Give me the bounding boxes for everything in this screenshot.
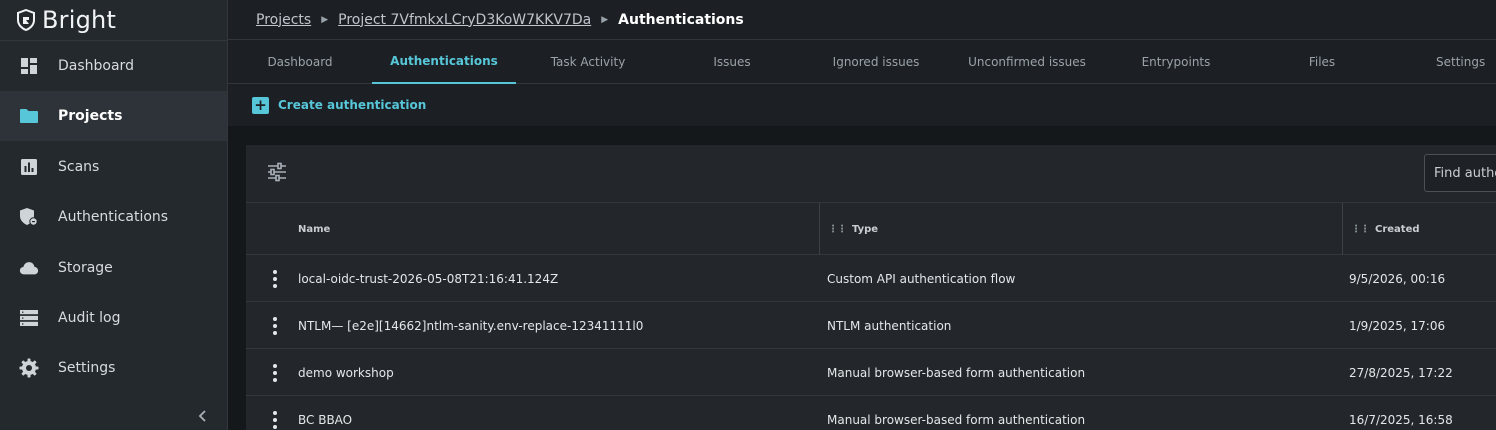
create-authentication-button[interactable]: + Create authentication [252, 96, 427, 114]
cell-created: 9/5/2026, 00:16 [1349, 271, 1446, 286]
cell-name: BC BBAO [298, 412, 353, 427]
sidebar-item-authentications[interactable]: Authentications [0, 192, 227, 242]
shield-logo-icon [17, 9, 35, 31]
table-header-bar [246, 145, 1496, 203]
sidebar-item-label: Settings [58, 360, 116, 376]
authentications-table-panel: Name ⋮⋮ Type ⋮⋮ Created local-oidc-trust… [246, 145, 1496, 430]
sidebar-item-label: Audit log [58, 310, 121, 326]
cell-created: 16/7/2025, 16:58 [1349, 412, 1453, 427]
shield-auth-icon [19, 207, 39, 227]
tab-entrypoints[interactable]: Entrypoints [1104, 40, 1248, 84]
table-row[interactable]: BC BBAO Manual browser-based form authen… [246, 396, 1496, 430]
column-header-created-label: Created [1375, 223, 1420, 235]
table-row[interactable]: demo workshop Manual browser-based form … [246, 349, 1496, 396]
scans-chart-icon [19, 157, 39, 177]
tab-files[interactable]: Files [1250, 40, 1394, 84]
breadcrumb-separator-icon: ▶ [601, 14, 609, 25]
brand-name: Bright [42, 6, 117, 34]
create-authentication-label: Create authentication [278, 98, 427, 112]
sidebar-item-label: Projects [58, 108, 123, 124]
breadcrumb-current: Authentications [618, 11, 744, 28]
row-menu-icon[interactable] [268, 410, 282, 430]
cell-type: Manual browser-based form authentication [827, 412, 1086, 427]
folder-icon [19, 106, 39, 126]
cloud-icon [19, 258, 39, 278]
toolbar: + Create authentication [228, 84, 1496, 127]
list-icon [19, 308, 39, 328]
dashboard-icon [19, 56, 39, 76]
cell-created: 1/9/2025, 17:06 [1349, 318, 1446, 333]
row-menu-icon[interactable] [268, 316, 282, 336]
tab-settings[interactable]: Settings [1436, 40, 1496, 84]
cell-type: NTLM authentication [827, 318, 952, 333]
cell-name: demo workshop [298, 365, 394, 380]
table-column-headers: Name ⋮⋮ Type ⋮⋮ Created [246, 203, 1496, 255]
filter-sliders-icon[interactable] [266, 161, 288, 183]
breadcrumb: Projects ▶ Project 7VfmkxLCryD3KoW7KKV7D… [228, 0, 1496, 40]
sidebar-item-dashboard[interactable]: Dashboard [0, 41, 227, 91]
drag-handle-icon[interactable]: ⋮⋮ [828, 224, 847, 235]
drag-handle-icon[interactable]: ⋮⋮ [1351, 224, 1370, 235]
sidebar-item-label: Dashboard [58, 58, 134, 74]
sidebar-item-settings[interactable]: Settings [0, 343, 227, 393]
breadcrumb-separator-icon: ▶ [321, 14, 329, 25]
column-divider[interactable] [819, 203, 820, 255]
cell-created: 27/8/2025, 17:22 [1349, 365, 1453, 380]
cell-type: Manual browser-based form authentication [827, 365, 1086, 380]
tab-issues[interactable]: Issues [660, 40, 804, 84]
gear-icon [19, 358, 39, 378]
tab-authentications[interactable]: Authentications [372, 40, 516, 84]
sidebar: Bright Dashboard Projects Scans Authenti… [0, 0, 228, 430]
search-input[interactable] [1424, 154, 1496, 192]
tab-bar: Dashboard Authentications Task Activity … [228, 40, 1496, 84]
sidebar-item-projects[interactable]: Projects [0, 91, 227, 141]
tab-ignored-issues[interactable]: Ignored issues [804, 40, 948, 84]
cell-name: local-oidc-trust-2026-05-08T21:16:41.124… [298, 271, 559, 286]
column-header-type-label: Type [852, 223, 879, 235]
brand-logo[interactable]: Bright [0, 0, 227, 41]
row-menu-icon[interactable] [268, 363, 282, 383]
column-header-created[interactable]: ⋮⋮ Created [1351, 203, 1420, 255]
sidebar-item-scans[interactable]: Scans [0, 142, 227, 192]
table-row[interactable]: NTLM— [e2e][14662]ntlm-sanity.env-replac… [246, 302, 1496, 349]
tab-dashboard[interactable]: Dashboard [228, 40, 372, 84]
sidebar-item-label: Storage [58, 260, 113, 276]
sidebar-item-storage[interactable]: Storage [0, 243, 227, 293]
breadcrumb-project-link[interactable]: Project 7VfmkxLCryD3KoW7KKV7Da [338, 12, 591, 28]
tab-unconfirmed-issues[interactable]: Unconfirmed issues [955, 40, 1099, 84]
chevron-left-icon[interactable] [195, 408, 211, 424]
tab-task-activity[interactable]: Task Activity [516, 40, 660, 84]
column-header-type[interactable]: ⋮⋮ Type [828, 203, 878, 255]
row-menu-icon[interactable] [268, 269, 282, 289]
sidebar-item-audit-log[interactable]: Audit log [0, 293, 227, 343]
sidebar-item-label: Scans [58, 159, 100, 175]
cell-type: Custom API authentication flow [827, 271, 1016, 286]
cell-name: NTLM— [e2e][14662]ntlm-sanity.env-replac… [298, 318, 644, 333]
plus-icon: + [252, 96, 269, 114]
table-row[interactable]: local-oidc-trust-2026-05-08T21:16:41.124… [246, 255, 1496, 302]
column-header-name[interactable]: Name [298, 203, 330, 255]
content-area: Name ⋮⋮ Type ⋮⋮ Created local-oidc-trust… [228, 127, 1496, 430]
column-divider[interactable] [1342, 203, 1343, 255]
breadcrumb-projects-link[interactable]: Projects [256, 12, 311, 28]
sidebar-item-label: Authentications [58, 209, 169, 225]
